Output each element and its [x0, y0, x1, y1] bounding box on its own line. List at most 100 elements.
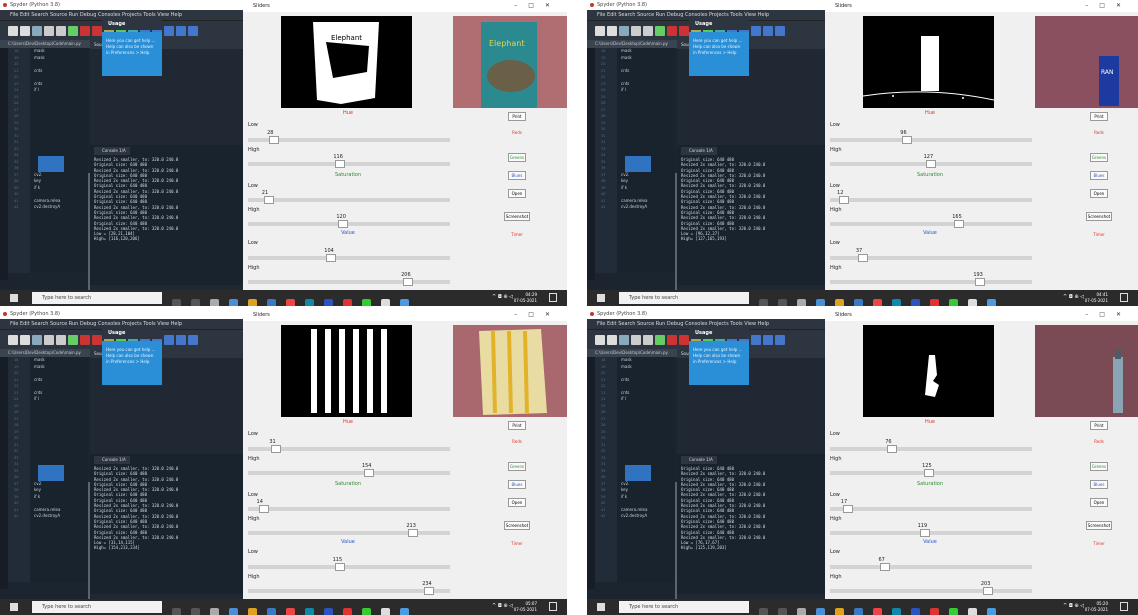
toolbar-button[interactable]	[655, 335, 665, 345]
code-editor[interactable]: 18 19 20 21 22 23 24 25 26 27 28 29 30 3…	[595, 357, 679, 612]
toolbar-button[interactable]	[775, 335, 785, 345]
toolbar-button[interactable]	[68, 26, 78, 36]
taskbar-search[interactable]: Type here to search	[32, 601, 162, 613]
reds-button[interactable]: Reds	[508, 439, 526, 444]
taskbar-search[interactable]: Type here to search	[32, 292, 162, 304]
taskbar-app-icon[interactable]	[778, 608, 787, 615]
toolbar-button[interactable]	[643, 26, 653, 36]
system-tray-icon[interactable]: ^ ◘ ⊕ ◁	[492, 294, 513, 300]
toolbar-button[interactable]	[631, 26, 641, 36]
taskbar-app-icon[interactable]	[324, 299, 333, 306]
taskbar-app-icon[interactable]	[343, 608, 352, 615]
sat_high-slider[interactable]: 213	[248, 523, 450, 537]
print-button[interactable]: Print	[508, 112, 526, 121]
screenshot-button[interactable]: Screenshot	[504, 521, 530, 530]
taskbar-app-icon[interactable]	[816, 299, 825, 306]
taskbar-app-icon[interactable]	[248, 299, 257, 306]
taskbar-app-icon[interactable]	[286, 299, 295, 306]
hue_low-slider[interactable]: 76	[830, 439, 1032, 453]
taskbar-app-icon[interactable]	[172, 608, 181, 615]
toolbar-button[interactable]	[92, 26, 102, 36]
toolbar-button[interactable]	[751, 26, 761, 36]
toolbar-button[interactable]	[68, 335, 78, 345]
screenshot-button[interactable]: Screenshot	[1086, 212, 1112, 221]
toolbar-button[interactable]	[679, 26, 689, 36]
taskbar-app-icon[interactable]	[362, 299, 371, 306]
code-editor[interactable]: 18 19 20 21 22 23 24 25 26 27 28 29 30 3…	[8, 357, 92, 612]
toolbar-button[interactable]	[20, 335, 30, 345]
hue_high-slider[interactable]: 154	[248, 463, 450, 477]
toolbar-button[interactable]	[751, 335, 761, 345]
val_low-thumb[interactable]	[326, 254, 337, 262]
val_high-slider[interactable]: 206	[248, 272, 450, 286]
taskbar-app-icon[interactable]	[759, 608, 768, 615]
toolbar-button[interactable]	[80, 335, 90, 345]
window-controls[interactable]: –□✕	[514, 0, 561, 12]
system-tray-icon[interactable]: ^ ◘ ⊕ ◁	[1063, 294, 1084, 300]
toolbar-button[interactable]	[80, 26, 90, 36]
taskbar-app-icon[interactable]	[381, 608, 390, 615]
taskbar-app-icon[interactable]	[835, 608, 844, 615]
taskbar-app-icon[interactable]	[911, 608, 920, 615]
window-controls[interactable]: –□✕	[1085, 0, 1132, 12]
val_high-thumb[interactable]	[403, 278, 414, 286]
greens-button[interactable]: Greens	[1090, 153, 1108, 162]
hue_low-slider[interactable]: 31	[248, 439, 450, 453]
toolbar-button[interactable]	[667, 26, 677, 36]
toolbar-button[interactable]	[32, 335, 42, 345]
timer-button[interactable]: Timer	[1090, 232, 1108, 237]
toolbar-button[interactable]	[20, 26, 30, 36]
taskbar-app-icon[interactable]	[873, 299, 882, 306]
greens-button[interactable]: Greens	[508, 153, 526, 162]
path-bar[interactable]: C:\Users\Dev\Desktop\Code\main.py	[0, 40, 90, 48]
toolbar-button[interactable]	[56, 26, 66, 36]
taskbar-app-icon[interactable]	[267, 608, 276, 615]
taskbar-app-icon[interactable]	[892, 608, 901, 615]
windows-start-icon[interactable]	[10, 294, 18, 302]
hue_high-slider[interactable]: 125	[830, 463, 1032, 477]
sat_low-slider[interactable]: 21	[248, 190, 450, 204]
taskbar-app-icon[interactable]	[381, 299, 390, 306]
toolbar-button[interactable]	[679, 335, 689, 345]
toolbar-button[interactable]	[188, 26, 198, 36]
taskbar-app-icon[interactable]	[816, 608, 825, 615]
taskbar-app-icon[interactable]	[305, 299, 314, 306]
taskbar-app-icon[interactable]	[778, 299, 787, 306]
taskbar-app-icon[interactable]	[873, 608, 882, 615]
val_low-slider[interactable]: 104	[248, 248, 450, 262]
taskbar-app-icon[interactable]	[210, 299, 219, 306]
toolbar-button[interactable]	[643, 335, 653, 345]
reds-button[interactable]: Reds	[1090, 439, 1108, 444]
taskbar-app-icon[interactable]	[930, 608, 939, 615]
sat_low-slider[interactable]: 12	[830, 190, 1032, 204]
taskbar-app-icon[interactable]	[987, 608, 996, 615]
hue_high-thumb[interactable]	[924, 469, 935, 477]
sat_low-thumb[interactable]	[842, 505, 853, 513]
hue_low-thumb[interactable]	[887, 445, 898, 453]
open-button[interactable]: Open	[1090, 498, 1108, 507]
ipython-console[interactable]: Console 1/A Original size: 640 480 Resize…	[677, 145, 837, 285]
hue_high-slider[interactable]: 116	[248, 154, 450, 168]
toolbar-button[interactable]	[763, 335, 773, 345]
blues-button[interactable]: Blues	[1090, 171, 1108, 180]
windows-start-icon[interactable]	[597, 294, 605, 302]
toolbar-button[interactable]	[619, 335, 629, 345]
taskbar-app-icon[interactable]	[987, 299, 996, 306]
sat_high-slider[interactable]: 120	[248, 214, 450, 228]
toolbar-button[interactable]	[595, 26, 605, 36]
taskbar-app-icon[interactable]	[343, 299, 352, 306]
toolbar-button[interactable]	[763, 26, 773, 36]
taskbar-app-icon[interactable]	[248, 608, 257, 615]
taskbar-app-icon[interactable]	[191, 299, 200, 306]
taskbar-app-icon[interactable]	[286, 608, 295, 615]
toolbar-button[interactable]	[44, 26, 54, 36]
ipython-console[interactable]: Console 1/A Resized 2x smaller, to: 320.…	[90, 145, 250, 285]
notification-icon[interactable]	[549, 293, 557, 302]
taskbar-search[interactable]: Type here to search	[619, 292, 749, 304]
windows-start-icon[interactable]	[597, 603, 605, 611]
system-tray-icon[interactable]: ^ ◘ ⊕ ◁	[1063, 603, 1084, 609]
ipython-console[interactable]: Console 1/A Original size: 640 480 Resize…	[677, 454, 837, 594]
sat_low-slider[interactable]: 17	[830, 499, 1032, 513]
window-controls[interactable]: –□✕	[514, 309, 561, 321]
timer-button[interactable]: Timer	[508, 232, 526, 237]
